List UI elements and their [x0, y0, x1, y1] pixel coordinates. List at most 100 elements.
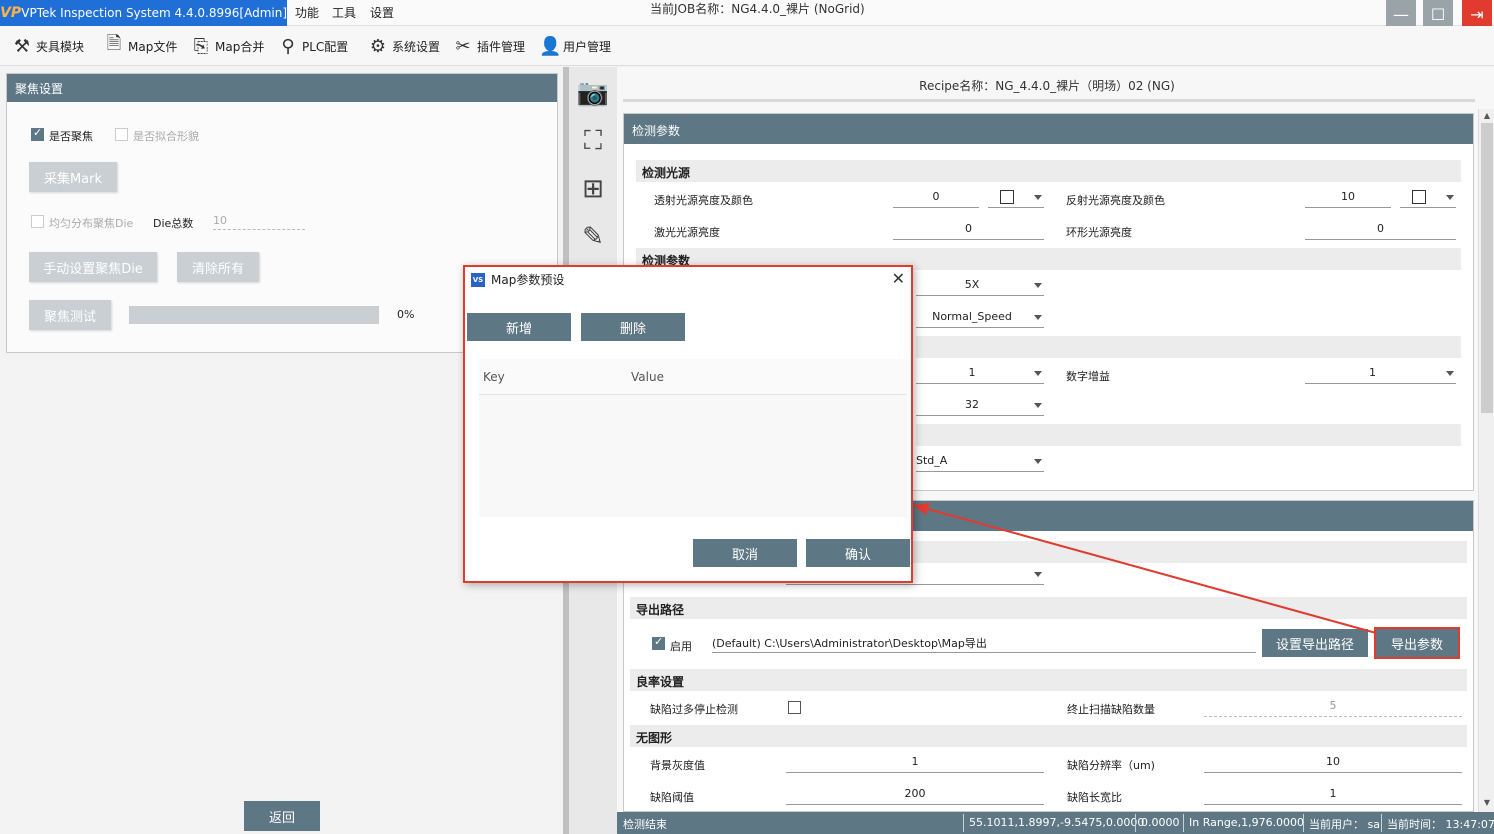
grid-list-icon[interactable]: ⊞ — [575, 171, 611, 207]
recipe-name: Recipe名称：NG_4.4.0_裸片（明场）02 (NG) — [919, 79, 1175, 93]
status-bar: 检测结束 55.1011,1.8997,-9.5475,0.0000 0.000… — [617, 812, 1494, 834]
cancel-button[interactable]: 取消 — [693, 539, 797, 567]
gain-value: 1 — [968, 366, 976, 379]
status-time: 当前时间： 13:47:07 — [1387, 818, 1494, 831]
toolbar-label: Map合并 — [215, 39, 265, 54]
status-separator — [1381, 814, 1382, 832]
menu-function[interactable]: 功能 — [295, 4, 319, 21]
right-scrollbar[interactable]: ▲ ▼ — [1478, 109, 1494, 812]
back-button[interactable]: 返回 — [244, 801, 320, 831]
defect-aspect-input[interactable]: 1 — [1204, 787, 1462, 805]
menu-settings[interactable]: 设置 — [370, 4, 394, 21]
focus-progress-fill — [130, 307, 378, 323]
is-focus-checkbox[interactable] — [31, 126, 44, 141]
defect-threshold-label: 缺陷阈值 — [650, 791, 694, 804]
toolbar-user-manager[interactable]: 👤 用户管理 — [539, 34, 611, 58]
export-enable-checkbox[interactable] — [652, 635, 665, 650]
toolbar-label: 夹具模块 — [36, 39, 85, 54]
menu-tools[interactable]: 工具 — [332, 4, 356, 21]
focus-progress-text: 0% — [397, 308, 415, 321]
toolbar-map-file[interactable]: 🗎 Map文件 — [104, 33, 178, 58]
status-text: 检测结束 — [623, 818, 667, 831]
toolbar-fixture-module[interactable]: ⚒ 夹具模块 — [12, 34, 84, 58]
confirm-button[interactable]: 确认 — [806, 539, 910, 567]
algorithm-dropdown[interactable]: Std_A — [916, 454, 1044, 472]
toolbar-system-settings[interactable]: ⚙ 系统设置 — [368, 34, 440, 58]
laser-light-input[interactable]: 0 — [893, 222, 1044, 240]
scroll-up-icon[interactable]: ▲ — [1481, 111, 1493, 123]
export-path-input[interactable]: (Default) C:\Users\Administrator\Desktop… — [712, 635, 1256, 653]
gear-icon: ⚙ — [369, 35, 387, 57]
toolbar-plugin-manager[interactable]: ✂ 插件管理 — [453, 34, 525, 58]
capture-mark-button[interactable]: 采集Mark — [29, 162, 117, 192]
job-name: 当前JOB名称：NG4.4.0_裸片 (NoGrid) — [650, 2, 865, 16]
title-bar: VP VPTek Inspection System 4.4.0.8996[Ad… — [0, 0, 1494, 28]
chevron-down-icon — [1446, 195, 1454, 200]
stop-on-defects-label: 缺陷过多停止检测 — [650, 703, 738, 716]
manual-set-focus-die-button[interactable]: 手动设置聚焦Die — [29, 252, 157, 282]
gain-dropdown[interactable]: 1 — [916, 366, 1044, 384]
ring-light-input[interactable]: 0 — [1305, 222, 1456, 240]
table-header: Key Value — [479, 359, 907, 395]
bg-gray-input[interactable]: 1 — [786, 755, 1044, 773]
maximize-button[interactable]: ☐ — [1423, 0, 1453, 28]
toolbar-label: 用户管理 — [563, 39, 612, 54]
add-button[interactable]: 新增 — [467, 313, 571, 341]
bg-gray-label: 背景灰度值 — [650, 759, 705, 772]
stop-scan-count-input[interactable]: 5 — [1204, 699, 1462, 717]
minimize-button[interactable]: — — [1386, 0, 1416, 28]
main-toolbar: ⚒ 夹具模块 🗎 Map文件 ⎘ Map合并 ⚲ PLC配置 ⚙ 系统设置 ✂ 插件管理 👤… — [0, 26, 1494, 66]
transmit-light-input[interactable]: 0 — [893, 190, 979, 208]
camera-icon[interactable]: 📷 — [575, 75, 611, 111]
close-icon[interactable]: ✕ — [892, 269, 905, 288]
user-icon: 👤 — [539, 35, 562, 57]
toolbar-label: 系统设置 — [392, 39, 441, 54]
defect-resolution-label: 缺陷分辨率（um) — [1067, 759, 1155, 772]
fit-shape-checkbox[interactable] — [115, 128, 128, 141]
clear-all-button[interactable]: 清除所有 — [177, 252, 259, 282]
set-export-path-button[interactable]: 设置导出路径 — [1262, 629, 1368, 657]
toolbar-label: PLC配置 — [302, 39, 349, 54]
laser-light-label: 激光光源亮度 — [654, 226, 720, 239]
focus-progress-bar — [129, 306, 379, 324]
toolbar-map-merge[interactable]: ⎘ Map合并 — [191, 34, 265, 58]
plc-icon: ⚲ — [281, 35, 295, 57]
delete-button[interactable]: 删除 — [581, 313, 685, 341]
die-total-label: Die总数 — [153, 217, 194, 230]
lens-dropdown[interactable]: 5X — [916, 278, 1044, 296]
image-fit-icon[interactable]: ⛶ — [575, 123, 611, 159]
reflect-color-dropdown[interactable] — [1400, 190, 1456, 208]
close-window-button[interactable]: ⇥ — [1462, 0, 1492, 28]
export-params-button[interactable]: 导出参数 — [1374, 627, 1460, 659]
chevron-down-icon — [1034, 403, 1042, 408]
chevron-down-icon — [1034, 315, 1042, 320]
uniform-distribution-checkbox[interactable] — [31, 215, 44, 228]
recipe-divider — [623, 99, 1475, 102]
focus-test-button[interactable]: 聚焦测试 — [29, 300, 111, 330]
scroll-down-icon[interactable]: ▼ — [1481, 798, 1493, 810]
ruler-icon[interactable]: ✎ — [575, 219, 611, 255]
bits-dropdown[interactable]: 32 — [916, 398, 1044, 416]
scroll-thumb[interactable] — [1481, 123, 1493, 413]
speed-dropdown[interactable]: Normal_Speed — [916, 310, 1044, 328]
chevron-down-icon — [1034, 371, 1042, 376]
section-title: 检测参数 — [624, 114, 1473, 144]
app-title-text: VPTek Inspection System 4.4.0.8996[Admin… — [21, 6, 287, 20]
transmit-color-dropdown[interactable] — [988, 190, 1044, 208]
defect-threshold-input[interactable]: 200 — [786, 787, 1044, 805]
transmit-light-label: 透射光源亮度及颜色 — [654, 194, 753, 207]
toolbar-plc-config[interactable]: ⚲ PLC配置 — [278, 34, 348, 58]
digital-gain-label: 数字增益 — [1066, 370, 1110, 383]
wrench-icon: ⚒ — [13, 35, 31, 57]
stop-on-defects-checkbox[interactable] — [788, 701, 801, 714]
export-enable-label: 启用 — [670, 640, 692, 653]
digital-gain-dropdown[interactable]: 1 — [1305, 366, 1456, 384]
uniform-distribution-label: 均匀分布聚焦Die — [49, 217, 134, 230]
toolbar-label: 插件管理 — [477, 39, 526, 54]
reflect-light-input[interactable]: 10 — [1305, 190, 1391, 208]
defect-resolution-input[interactable]: 10 — [1204, 755, 1462, 773]
col-key-header: Key — [483, 370, 505, 384]
color-swatch — [1000, 190, 1014, 204]
die-total-input[interactable]: 10 — [213, 214, 305, 230]
ring-light-label: 环形光源亮度 — [1066, 226, 1132, 239]
